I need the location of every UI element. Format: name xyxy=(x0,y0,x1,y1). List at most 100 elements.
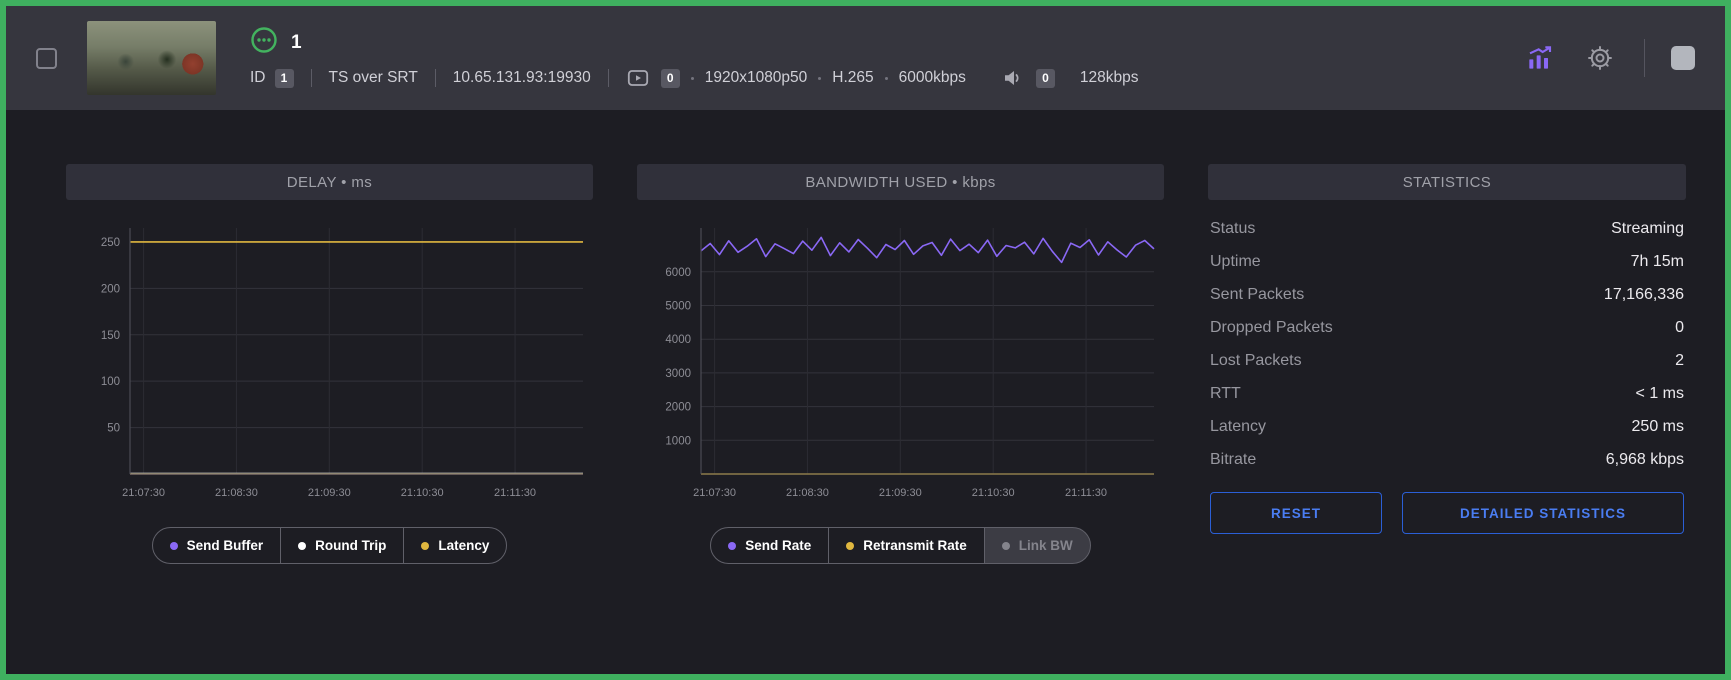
protocol-label: TS over SRT xyxy=(329,69,418,87)
detailed-statistics-button[interactable]: DETAILED STATISTICS xyxy=(1402,492,1684,534)
delay-chart-wrap: 5010015020025021:07:3021:08:3021:09:3021… xyxy=(66,212,593,509)
stream-thumbnail[interactable] xyxy=(87,21,216,95)
svg-text:1000: 1000 xyxy=(665,435,691,447)
statistics-actions: RESET DETAILED STATISTICS xyxy=(1208,492,1686,534)
stat-label: Uptime xyxy=(1210,253,1261,271)
divider xyxy=(311,69,312,87)
legend-dot xyxy=(421,542,429,550)
svg-text:2000: 2000 xyxy=(665,402,691,414)
legend-link-bw[interactable]: Link BW xyxy=(984,527,1091,564)
stream-meta-row: ID 1 TS over SRT 10.65.131.93:19930 0 19… xyxy=(250,66,1520,90)
stream-number: 1 xyxy=(291,32,302,54)
statistics-panel-title: STATISTICS xyxy=(1208,164,1686,200)
audio-icon xyxy=(1001,66,1025,90)
legend-dot xyxy=(846,542,854,550)
statistics-rows: Status Streaming Uptime 7h 15m Sent Pack… xyxy=(1208,212,1686,476)
legend-round-trip[interactable]: Round Trip xyxy=(280,527,404,564)
stream-card: 1 ID 1 TS over SRT 10.65.131.93:19930 0 xyxy=(0,0,1731,680)
video-track-badge: 0 xyxy=(661,69,680,88)
legend-send-rate[interactable]: Send Rate xyxy=(710,527,829,564)
delay-chart: 5010015020025021:07:3021:08:3021:09:3021… xyxy=(66,212,593,504)
stat-value: 6,968 kbps xyxy=(1606,451,1684,469)
audio-bitrate: 128kbps xyxy=(1080,69,1139,87)
stat-label: Sent Packets xyxy=(1210,286,1304,304)
svg-text:6000: 6000 xyxy=(665,267,691,279)
bandwidth-panel-title: BANDWIDTH USED • kbps xyxy=(637,164,1164,200)
svg-text:21:07:30: 21:07:30 xyxy=(122,487,165,499)
stop-stream-button[interactable] xyxy=(1671,46,1695,70)
legend-dot xyxy=(1002,542,1010,550)
legend-label: Send Rate xyxy=(745,538,811,553)
spacer xyxy=(983,69,984,87)
stat-value: 7h 15m xyxy=(1631,253,1684,271)
legend-latency[interactable]: Latency xyxy=(403,527,507,564)
video-format: 1920x1080p50 xyxy=(705,69,808,87)
divider xyxy=(435,69,436,87)
divider xyxy=(608,69,609,87)
bandwidth-chart-wrap: 10002000300040005000600021:07:3021:08:30… xyxy=(637,212,1164,509)
stream-address: 10.65.131.93:19930 xyxy=(453,69,591,87)
audio-track-badge: 0 xyxy=(1036,69,1055,88)
svg-text:21:08:30: 21:08:30 xyxy=(786,487,829,499)
dot-separator xyxy=(885,77,888,80)
svg-text:21:10:30: 21:10:30 xyxy=(972,487,1015,499)
header-actions xyxy=(1520,38,1695,78)
video-codec: H.265 xyxy=(832,69,873,87)
legend-label: Link BW xyxy=(1019,538,1073,553)
stream-info: 1 ID 1 TS over SRT 10.65.131.93:19930 0 xyxy=(250,26,1520,90)
svg-text:21:11:30: 21:11:30 xyxy=(494,487,536,499)
legend-send-buffer[interactable]: Send Buffer xyxy=(152,527,282,564)
legend-label: Latency xyxy=(438,538,489,553)
stat-label: RTT xyxy=(1210,385,1241,403)
svg-text:5000: 5000 xyxy=(665,301,691,313)
svg-text:50: 50 xyxy=(107,423,120,435)
stream-header: 1 ID 1 TS over SRT 10.65.131.93:19930 0 xyxy=(6,6,1725,110)
legend-label: Retransmit Rate xyxy=(863,538,967,553)
svg-text:200: 200 xyxy=(101,283,120,295)
id-badge: 1 xyxy=(275,69,294,88)
svg-text:21:08:30: 21:08:30 xyxy=(215,487,258,499)
svg-text:100: 100 xyxy=(101,376,120,388)
video-bitrate: 6000kbps xyxy=(899,69,966,87)
stream-detail-content: DELAY • ms 5010015020025021:07:3021:08:3… xyxy=(6,110,1725,564)
stat-value: 0 xyxy=(1675,319,1684,337)
svg-text:21:07:30: 21:07:30 xyxy=(693,487,736,499)
svg-text:21:09:30: 21:09:30 xyxy=(879,487,922,499)
svg-text:150: 150 xyxy=(101,330,120,342)
bandwidth-chart: 10002000300040005000600021:07:3021:08:30… xyxy=(637,212,1164,504)
stat-row-lost-packets: Lost Packets 2 xyxy=(1210,344,1684,377)
video-track-icon xyxy=(626,66,650,90)
stat-value: < 1 ms xyxy=(1636,385,1684,403)
svg-text:21:11:30: 21:11:30 xyxy=(1065,487,1107,499)
legend-label: Round Trip xyxy=(315,538,386,553)
svg-text:21:10:30: 21:10:30 xyxy=(401,487,444,499)
stat-value: 17,166,336 xyxy=(1604,286,1684,304)
stat-label: Bitrate xyxy=(1210,451,1256,469)
select-stream-checkbox[interactable] xyxy=(36,48,57,69)
dot-separator xyxy=(818,77,821,80)
stat-row-uptime: Uptime 7h 15m xyxy=(1210,245,1684,278)
legend-dot xyxy=(728,542,736,550)
spacer xyxy=(1066,77,1069,80)
bandwidth-legend: Send Rate Retransmit Rate Link BW xyxy=(637,527,1164,564)
stat-row-rtt: RTT < 1 ms xyxy=(1210,377,1684,410)
reset-button[interactable]: RESET xyxy=(1210,492,1382,534)
legend-retransmit-rate[interactable]: Retransmit Rate xyxy=(828,527,985,564)
legend-label: Send Buffer xyxy=(187,538,264,553)
statistics-chart-button[interactable] xyxy=(1520,38,1560,78)
delay-legend: Send Buffer Round Trip Latency xyxy=(66,527,593,564)
settings-gear-button[interactable] xyxy=(1582,40,1618,76)
streaming-status-icon xyxy=(250,26,278,59)
dot-separator xyxy=(691,77,694,80)
stat-label: Latency xyxy=(1210,418,1266,436)
stat-value: Streaming xyxy=(1611,220,1684,238)
svg-text:21:09:30: 21:09:30 xyxy=(308,487,351,499)
delay-panel-title: DELAY • ms xyxy=(66,164,593,200)
stat-label: Status xyxy=(1210,220,1255,238)
divider xyxy=(1644,39,1645,77)
svg-text:4000: 4000 xyxy=(665,334,691,346)
id-label: ID xyxy=(250,69,266,87)
stat-label: Dropped Packets xyxy=(1210,319,1333,337)
stat-row-latency: Latency 250 ms xyxy=(1210,410,1684,443)
statistics-panel: STATISTICS Status Streaming Uptime 7h 15… xyxy=(1208,164,1686,564)
